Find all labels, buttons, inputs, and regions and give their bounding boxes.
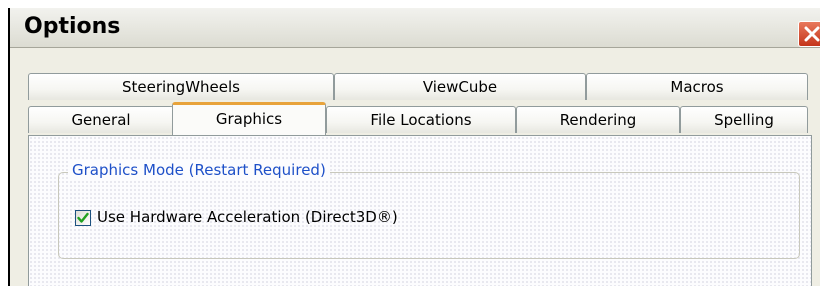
tab-rendering[interactable]: Rendering xyxy=(516,106,680,133)
tab-label: Rendering xyxy=(559,111,637,129)
tab-general[interactable]: General xyxy=(28,106,174,133)
tab-spelling[interactable]: Spelling xyxy=(680,106,808,133)
graphics-tab-panel: Graphics Mode (Restart Required) Use Har… xyxy=(28,135,812,286)
tab-viewcube[interactable]: ViewCube xyxy=(334,73,586,100)
graphics-mode-group: Graphics Mode (Restart Required) Use Har… xyxy=(58,161,800,259)
tab-label: ViewCube xyxy=(422,78,498,96)
hardware-acceleration-label[interactable]: Use Hardware Acceleration (Direct3D®) xyxy=(97,208,398,226)
tab-label: Macros xyxy=(670,78,724,96)
checkmark-icon xyxy=(77,212,89,223)
tab-label: SteeringWheels xyxy=(121,78,240,96)
hardware-acceleration-checkbox[interactable] xyxy=(75,210,91,226)
group-title: Graphics Mode (Restart Required) xyxy=(68,161,330,179)
tab-label: General xyxy=(71,111,131,129)
tab-label: File Locations xyxy=(370,111,472,129)
options-dialog: Options SteeringWheels ViewCube Macros G… xyxy=(8,8,820,286)
tab-label: Graphics xyxy=(215,110,283,128)
tab-macros[interactable]: Macros xyxy=(586,73,808,100)
tab-graphics[interactable]: Graphics xyxy=(172,102,326,135)
tab-label: Spelling xyxy=(714,111,774,129)
tab-file-locations[interactable]: File Locations xyxy=(326,106,516,133)
tab-steeringwheels[interactable]: SteeringWheels xyxy=(28,73,334,100)
